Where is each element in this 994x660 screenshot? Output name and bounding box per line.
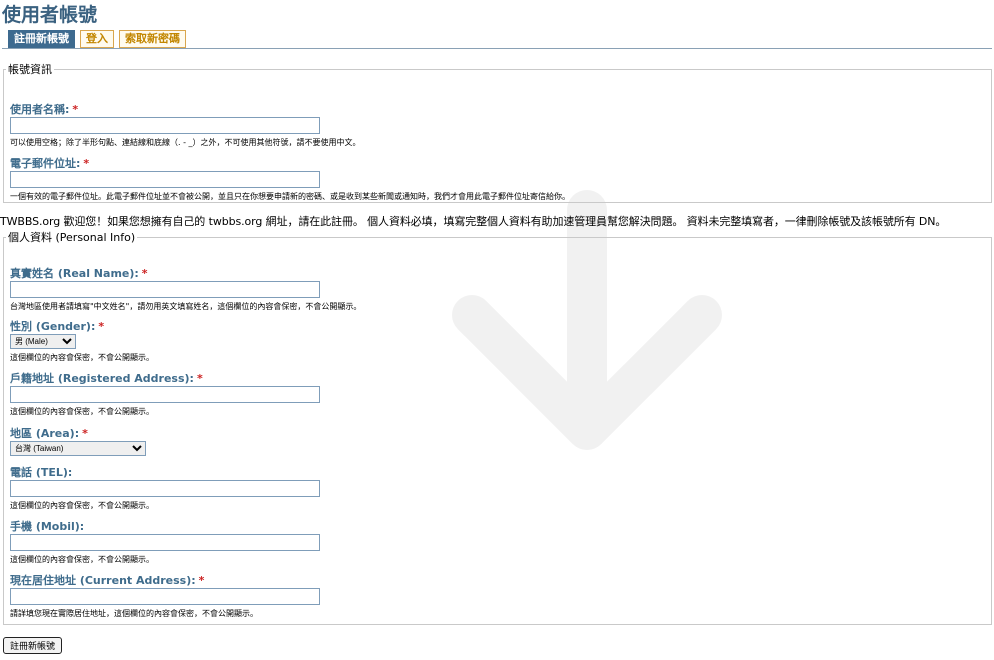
tab-login[interactable]: 登入 bbox=[80, 30, 114, 48]
required-mark: * bbox=[198, 574, 205, 587]
register-button[interactable]: 註冊新帳號 bbox=[3, 637, 63, 654]
registered-address-field-group: 戶籍地址 (Registered Address): * 這個欄位的內容會保密，不… bbox=[10, 372, 320, 417]
area-field-group: 地區 (Area): * 台灣 (Taiwan) bbox=[10, 427, 146, 456]
tab-request-password[interactable]: 索取新密碼 bbox=[119, 30, 186, 48]
personal-info-fieldset: 個人資料 (Personal Info) 真實姓名 (Real Name): * … bbox=[3, 229, 992, 625]
mobile-description: 這個欄位的內容會保密，不會公開顯示。 bbox=[10, 555, 154, 564]
tab-bar: 註冊新帳號 登入 索取新密碼 bbox=[8, 30, 191, 48]
tel-field-group: 電話 (TEL): 這個欄位的內容會保密，不會公開顯示。 bbox=[10, 466, 320, 511]
mobile-input[interactable] bbox=[10, 534, 320, 551]
gender-field-group: 性別 (Gender): * 男 (Male) 這個欄位的內容會保密，不會公開顯示… bbox=[10, 320, 154, 363]
area-label: 地區 (Area): * bbox=[10, 427, 88, 440]
real-name-input[interactable] bbox=[10, 281, 320, 298]
tabs-divider bbox=[2, 48, 992, 49]
registered-address-description: 這個欄位的內容會保密，不會公開顯示。 bbox=[10, 407, 154, 416]
username-field-group: 使用者名稱: * 可以使用空格；除了半形句點、連結線和底線（. - _）之外，不可… bbox=[10, 103, 361, 148]
registration-notice: TWBBS.org 歡迎您！如果您想擁有自己的 twbbs.org 網址，請在此… bbox=[0, 215, 947, 228]
email-label: 電子郵件位址: * bbox=[10, 157, 90, 170]
gender-select[interactable]: 男 (Male) bbox=[10, 334, 76, 349]
required-mark: * bbox=[141, 267, 148, 280]
mobile-field-group: 手機 (Mobil): 這個欄位的內容會保密，不會公開顯示。 bbox=[10, 520, 320, 565]
required-mark: * bbox=[82, 427, 88, 440]
username-label: 使用者名稱: * bbox=[10, 103, 79, 116]
registered-address-input[interactable] bbox=[10, 386, 320, 403]
real-name-label: 真實姓名 (Real Name): * bbox=[10, 267, 148, 280]
tel-input[interactable] bbox=[10, 480, 320, 497]
required-mark: * bbox=[98, 320, 105, 333]
page-title: 使用者帳號 bbox=[2, 4, 98, 26]
gender-label: 性別 (Gender): * bbox=[10, 320, 105, 333]
current-address-label: 現在居住地址 (Current Address): * bbox=[10, 574, 205, 587]
required-mark: * bbox=[72, 103, 79, 116]
real-name-field-group: 真實姓名 (Real Name): * 台灣地區使用者請填寫"中文姓名"，請勿用英… bbox=[10, 267, 361, 312]
email-field-group: 電子郵件位址: * 一個有效的電子郵件位址。此電子郵件位址並不會被公開，並且只在你… bbox=[10, 157, 570, 202]
personal-info-legend: 個人資料 (Personal Info) bbox=[8, 231, 136, 244]
registered-address-label: 戶籍地址 (Registered Address): * bbox=[10, 372, 203, 385]
tel-description: 這個欄位的內容會保密，不會公開顯示。 bbox=[10, 501, 154, 510]
tel-label: 電話 (TEL): bbox=[10, 466, 73, 479]
email-description: 一個有效的電子郵件位址。此電子郵件位址並不會被公開，並且只在你想要申請新的密碼、… bbox=[10, 192, 570, 201]
gender-description: 這個欄位的內容會保密，不會公開顯示。 bbox=[10, 353, 154, 362]
account-fieldset: 帳號資訊 使用者名稱: * 可以使用空格；除了半形句點、連結線和底線（. - _）… bbox=[3, 61, 992, 203]
username-input[interactable] bbox=[10, 117, 320, 134]
required-mark: * bbox=[83, 157, 90, 170]
current-address-field-group: 現在居住地址 (Current Address): * 請詳填您現在實際居住地址，… bbox=[10, 574, 320, 619]
required-mark: * bbox=[196, 372, 203, 385]
username-description: 可以使用空格；除了半形句點、連結線和底線（. - _）之外，不可使用其他符號，請… bbox=[10, 138, 361, 147]
email-input[interactable] bbox=[10, 171, 320, 188]
account-legend: 帳號資訊 bbox=[8, 63, 52, 76]
area-select[interactable]: 台灣 (Taiwan) bbox=[10, 441, 146, 456]
real-name-description: 台灣地區使用者請填寫"中文姓名"，請勿用英文填寫姓名，這個欄位的內容會保密，不會… bbox=[10, 302, 362, 311]
mobile-label: 手機 (Mobil): bbox=[10, 520, 85, 533]
current-address-input[interactable] bbox=[10, 588, 320, 605]
tab-register[interactable]: 註冊新帳號 bbox=[8, 30, 75, 48]
current-address-description: 請詳填您現在實際居住地址，這個欄位的內容會保密，不會公開顯示。 bbox=[10, 609, 258, 618]
